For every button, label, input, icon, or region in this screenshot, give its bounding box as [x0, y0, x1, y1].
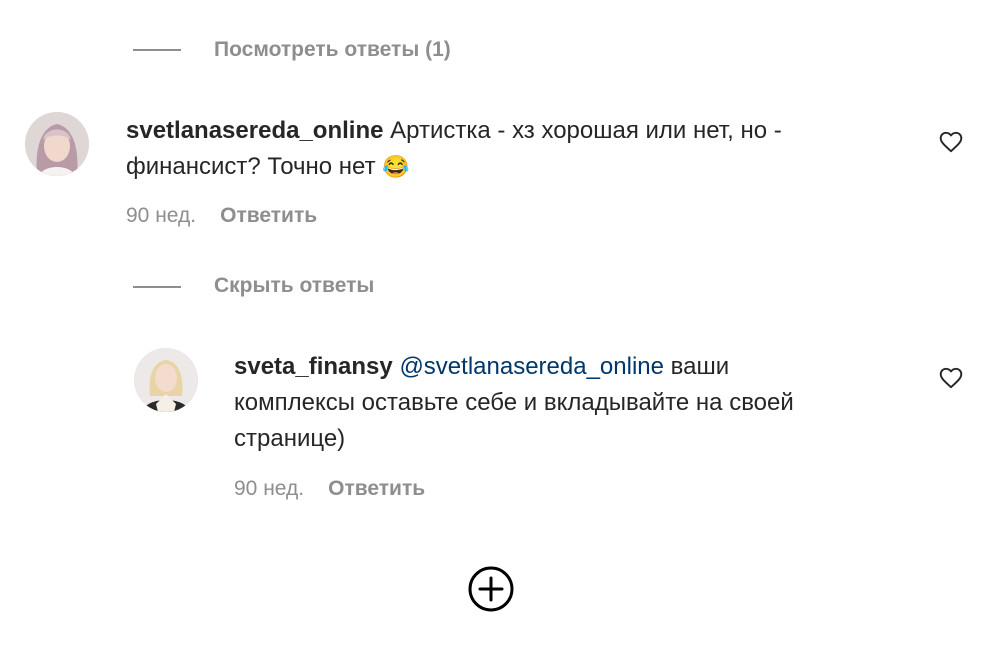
- comment-username[interactable]: svetlanasereda_online: [126, 117, 383, 144]
- heart-icon[interactable]: [938, 365, 964, 391]
- plus-circle-icon[interactable]: [467, 565, 515, 613]
- comment-meta: 90 нед. Ответить: [126, 203, 317, 229]
- avatar-sveta-finansy[interactable]: [134, 348, 198, 412]
- mention-link[interactable]: @svetlanasereda_online: [399, 353, 664, 380]
- thread-divider-line: [133, 286, 181, 288]
- thread-divider-line: [133, 49, 181, 51]
- reply-username[interactable]: sveta_finansy: [234, 353, 393, 380]
- reply-timestamp: 90 нед.: [234, 477, 305, 500]
- reply-body: sveta_finansy @svetlanasereda_online ваш…: [234, 349, 834, 457]
- hide-replies-button[interactable]: Скрыть ответы: [214, 273, 374, 299]
- avatar-photo: [25, 112, 89, 176]
- comment-timestamp: 90 нед.: [126, 204, 197, 227]
- heart-icon[interactable]: [938, 129, 964, 155]
- avatar-svetlanasereda[interactable]: [25, 112, 89, 176]
- comment-body: svetlanasereda_online Артистка - хз хоро…: [126, 113, 916, 185]
- reply-meta: 90 нед. Ответить: [234, 476, 425, 502]
- reply-button[interactable]: Ответить: [328, 477, 425, 500]
- avatar-photo: [134, 348, 198, 412]
- laughing-emoji-icon: 😂: [382, 154, 410, 179]
- view-replies-button[interactable]: Посмотреть ответы (1): [214, 37, 451, 63]
- reply-button[interactable]: Ответить: [220, 204, 317, 227]
